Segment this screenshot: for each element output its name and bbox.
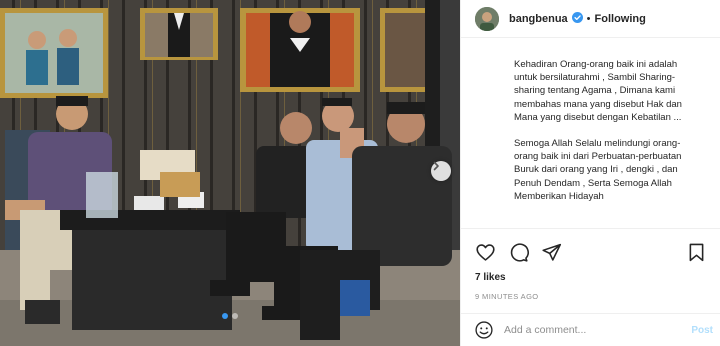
bookmark-icon[interactable] (686, 242, 707, 263)
painting-portrait (240, 8, 360, 92)
chevron-right-icon (433, 161, 439, 171)
separator-dot: • (586, 12, 591, 25)
post-photo[interactable] (0, 0, 460, 346)
avatar[interactable] (475, 6, 499, 31)
username-link[interactable]: bangbenua (509, 13, 568, 25)
post-side-panel: bangbenua • Following Kehadiran Orang-or… (460, 0, 720, 346)
post-actions: 7 likes 9 MINUTES AGO (461, 228, 720, 301)
carousel-dot[interactable] (232, 313, 238, 319)
painting-tuxedo (140, 8, 218, 60)
next-slide-button[interactable] (431, 161, 451, 181)
comment-icon[interactable] (508, 242, 529, 263)
avatar-image (475, 6, 499, 31)
share-icon[interactable] (541, 242, 562, 263)
following-button[interactable]: Following (595, 13, 646, 25)
emoji-icon[interactable] (474, 320, 494, 340)
caption-paragraph: Semoga Allah Selalu melindungi orang-ora… (514, 138, 682, 202)
heart-icon[interactable] (475, 242, 496, 263)
carousel-dot-active[interactable] (222, 313, 228, 319)
caption: Kehadiran Orang-orang baik ini adalah un… (461, 38, 720, 228)
post-header: bangbenua • Following (461, 0, 720, 38)
comment-input[interactable] (504, 324, 692, 336)
photo-scene (0, 0, 460, 346)
caption-paragraph: Kehadiran Orang-orang baik ini adalah un… (514, 59, 682, 123)
verified-badge-icon (571, 10, 583, 28)
comment-box: Post (461, 313, 720, 346)
post-comment-button[interactable]: Post (691, 325, 713, 336)
painting-two-men (0, 8, 108, 98)
carousel-dots (0, 313, 460, 319)
action-icons-row (475, 241, 707, 263)
post-timestamp[interactable]: 9 MINUTES AGO (475, 292, 707, 301)
likes-count[interactable]: 7 likes (475, 272, 707, 283)
